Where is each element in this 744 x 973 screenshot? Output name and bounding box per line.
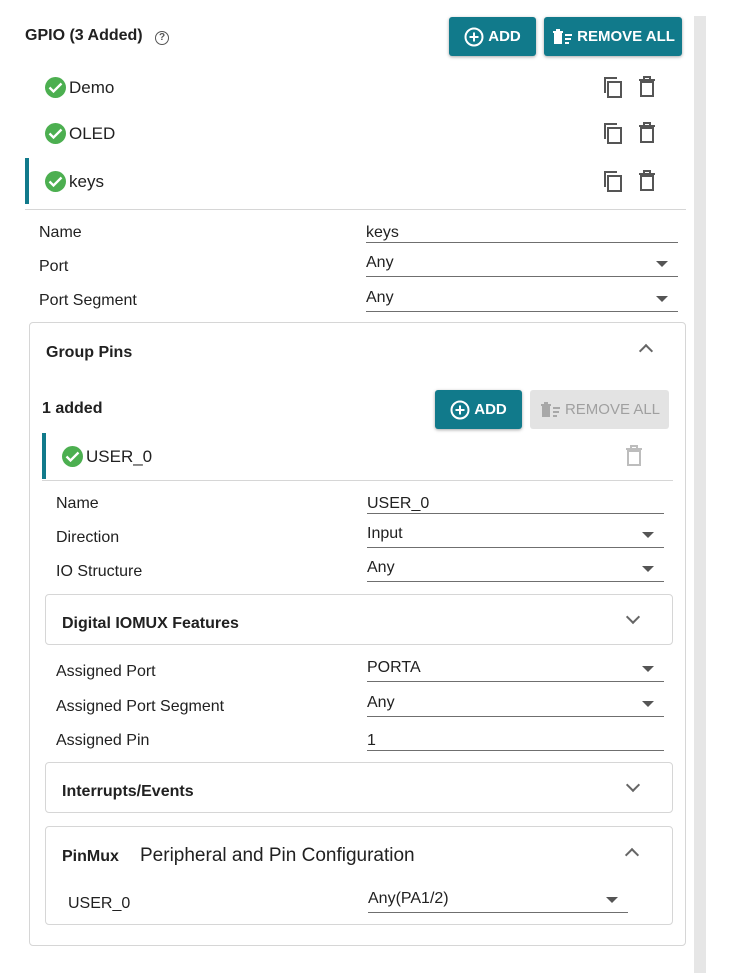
pinmux-pin-label: USER_0 — [68, 895, 131, 912]
group-pins-title: Group Pins — [46, 344, 133, 361]
help-icon[interactable]: ? — [155, 31, 169, 45]
pin-name-label: Name — [56, 495, 99, 512]
copy-icon[interactable] — [601, 121, 625, 145]
direction-select-value: Input — [367, 525, 403, 542]
dropdown-arrow-icon — [656, 296, 668, 302]
name-input-value: keys — [366, 224, 399, 241]
dropdown-arrow-icon — [642, 566, 654, 572]
assigned-port-select[interactable]: PORTA — [367, 658, 664, 682]
name-input[interactable]: keys — [366, 219, 678, 243]
assigned-port-select-value: PORTA — [367, 659, 421, 676]
name-label: Name — [39, 224, 82, 241]
add-pin-button-label: ADD — [474, 401, 507, 418]
digital-iomux-title: Digital IOMUX Features — [62, 615, 239, 632]
dropdown-arrow-icon — [642, 701, 654, 707]
trash-icon[interactable] — [637, 169, 657, 193]
scrollbar[interactable] — [694, 16, 706, 973]
gpio-list-item-keys[interactable]: keys — [25, 158, 685, 204]
remove-all-gpio-button-label: REMOVE ALL — [577, 28, 675, 45]
pin-list-item-user0[interactable]: USER_0 — [42, 433, 673, 479]
pin-name-input[interactable]: USER_0 — [367, 490, 664, 514]
gpio-list-item-demo[interactable]: Demo — [25, 64, 685, 110]
check-circle-icon — [45, 123, 66, 144]
pinmux-pin-select-value: Any(PA1/2) — [368, 890, 449, 907]
assigned-port-label: Assigned Port — [56, 663, 156, 680]
dropdown-arrow-icon — [606, 897, 618, 903]
check-circle-icon — [45, 77, 66, 98]
direction-select[interactable]: Input — [367, 524, 664, 548]
port-segment-label: Port Segment — [39, 292, 137, 309]
divider — [42, 480, 673, 481]
direction-label: Direction — [56, 529, 120, 546]
copy-icon[interactable] — [601, 169, 625, 193]
assigned-pin-input[interactable]: 1 — [367, 727, 664, 751]
check-circle-icon — [62, 446, 83, 467]
assigned-pin-input-value: 1 — [367, 732, 376, 749]
pinmux-subtitle: Peripheral and Pin Configuration — [140, 845, 415, 866]
add-pin-button[interactable]: ADD — [435, 390, 522, 429]
io-structure-label: IO Structure — [56, 563, 143, 580]
add-circle-icon — [464, 27, 484, 46]
pin-item-label: USER_0 — [86, 447, 153, 466]
gpio-item-label: keys — [69, 172, 104, 191]
remove-all-gpio-button[interactable]: REMOVE ALL — [544, 17, 682, 56]
port-select-value: Any — [366, 254, 394, 271]
trash-icon[interactable] — [637, 121, 657, 145]
assigned-pin-label: Assigned Pin — [56, 732, 150, 749]
gpio-item-label: OLED — [69, 124, 116, 143]
check-circle-icon — [45, 171, 66, 192]
assigned-port-segment-label: Assigned Port Segment — [56, 698, 225, 715]
io-structure-select[interactable]: Any — [367, 558, 664, 582]
io-structure-select-value: Any — [367, 559, 395, 576]
delete-sweep-icon — [553, 28, 573, 44]
pinmux-pin-select[interactable]: Any(PA1/2) — [368, 889, 628, 913]
port-label: Port — [39, 258, 69, 275]
port-segment-select-value: Any — [366, 289, 394, 306]
gpio-list-item-oled[interactable]: OLED — [25, 110, 685, 156]
gpio-title: GPIO (3 Added) — [25, 27, 143, 44]
assigned-port-segment-select[interactable]: Any — [367, 693, 664, 717]
port-segment-select[interactable]: Any — [366, 288, 678, 312]
dropdown-arrow-icon — [642, 666, 654, 672]
copy-icon[interactable] — [601, 75, 625, 99]
pin-name-input-value: USER_0 — [367, 495, 430, 512]
group-pins-count: 1 added — [42, 400, 103, 417]
dropdown-arrow-icon — [642, 532, 654, 538]
assigned-port-segment-select-value: Any — [367, 694, 395, 711]
interrupts-events-title: Interrupts/Events — [62, 783, 194, 800]
trash-icon[interactable] — [637, 75, 657, 99]
divider — [25, 209, 686, 210]
port-select[interactable]: Any — [366, 253, 678, 277]
add-circle-icon — [450, 400, 470, 419]
gpio-item-label: Demo — [69, 78, 115, 97]
remove-all-pins-button-label: REMOVE ALL — [564, 401, 661, 418]
add-gpio-button-label: ADD — [488, 28, 521, 45]
dropdown-arrow-icon — [656, 261, 668, 267]
delete-sweep-icon — [540, 401, 560, 417]
remove-all-pins-button[interactable]: REMOVE ALL — [530, 390, 669, 429]
add-gpio-button[interactable]: ADD — [449, 17, 536, 56]
trash-icon[interactable] — [624, 444, 644, 468]
pinmux-title: PinMux — [62, 848, 119, 865]
